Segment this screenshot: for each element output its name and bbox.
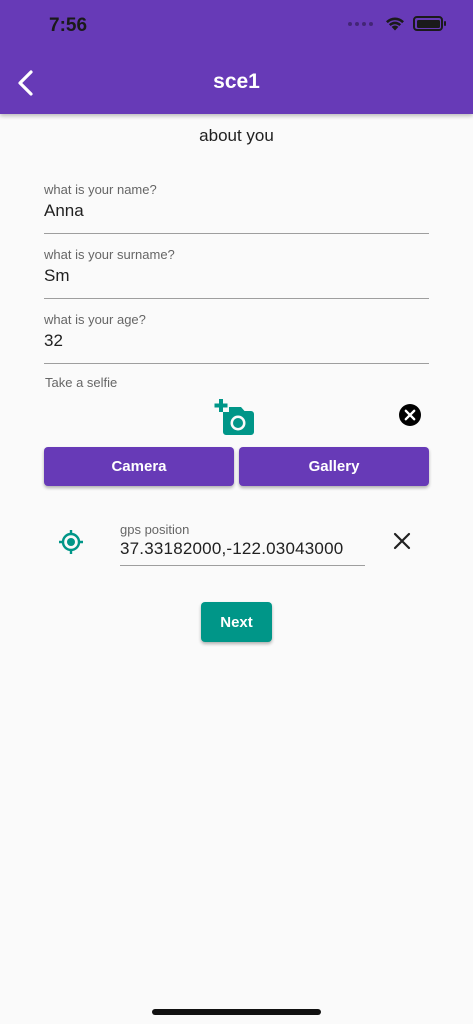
battery-icon (413, 16, 446, 31)
name-input[interactable] (44, 197, 429, 221)
section-title: about you (199, 126, 274, 145)
age-field[interactable]: what is your age? (44, 312, 429, 364)
selfie-label: Take a selfie (45, 375, 118, 390)
gps-input[interactable] (120, 537, 365, 559)
camera-button[interactable]: Camera (44, 447, 234, 486)
page-title: sce1 (213, 70, 260, 93)
signal-icon (348, 21, 373, 26)
gallery-button[interactable]: Gallery (239, 447, 429, 486)
status-time: 7:56 (49, 15, 88, 36)
name-field[interactable]: what is your name? (44, 182, 429, 234)
gps-field[interactable]: gps position (120, 522, 365, 566)
surname-input[interactable] (44, 262, 429, 286)
app-bar: 7:56 sce1 (0, 0, 473, 114)
cancel-circle-icon[interactable] (398, 403, 422, 427)
gps-label: gps position (120, 522, 190, 537)
my-location-icon (59, 530, 83, 554)
wifi-icon (386, 17, 404, 31)
close-icon[interactable] (392, 531, 412, 551)
surname-field[interactable]: what is your surname? (44, 247, 429, 299)
add-a-photo-icon[interactable] (213, 398, 259, 438)
status-icons (348, 16, 446, 31)
next-button[interactable]: Next (201, 602, 272, 642)
age-input[interactable] (44, 327, 429, 351)
home-indicator (152, 1009, 321, 1015)
surname-label: what is your surname? (44, 247, 175, 262)
name-label: what is your name? (44, 182, 157, 197)
age-label: what is your age? (44, 312, 146, 327)
